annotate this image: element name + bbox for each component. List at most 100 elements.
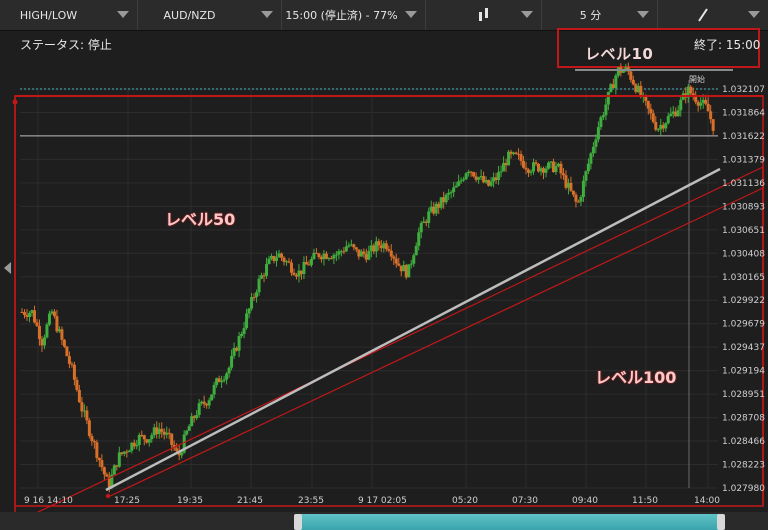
candle-body bbox=[95, 442, 99, 458]
drawn-annotations bbox=[12, 69, 764, 524]
candle-body bbox=[544, 168, 548, 173]
candle-body bbox=[242, 328, 246, 334]
candle-body bbox=[27, 313, 31, 317]
candle-body bbox=[414, 245, 418, 256]
candle-body bbox=[571, 190, 575, 195]
candle-body bbox=[352, 244, 356, 248]
candle-body bbox=[227, 367, 231, 374]
candle-body bbox=[292, 272, 296, 276]
y-tick-label: 1.028708 bbox=[722, 414, 765, 424]
candle-body bbox=[534, 162, 538, 164]
y-tick-label: 1.027980 bbox=[722, 484, 765, 494]
level50-label: レベル50 bbox=[165, 210, 236, 229]
y-tick-label: 1.031622 bbox=[722, 132, 765, 142]
candle-body bbox=[317, 253, 321, 257]
candle-body bbox=[522, 160, 526, 168]
candle-body bbox=[561, 173, 565, 176]
x-tick-label: 21:45 bbox=[237, 496, 263, 506]
scroll-handle-left[interactable] bbox=[294, 514, 302, 530]
candle-body bbox=[419, 223, 423, 233]
candle-body bbox=[444, 194, 448, 203]
candle-body bbox=[252, 297, 256, 299]
candle-body bbox=[247, 308, 251, 314]
candle-body bbox=[282, 257, 286, 262]
candle-body bbox=[127, 450, 131, 453]
candle-body bbox=[586, 163, 590, 172]
candle-body bbox=[75, 379, 79, 390]
candle-body bbox=[347, 245, 351, 247]
candle-body bbox=[447, 192, 451, 195]
candle-body bbox=[601, 115, 605, 118]
candle-body bbox=[289, 262, 293, 273]
horizontal-lines bbox=[20, 80, 718, 488]
scroll-handle-right[interactable] bbox=[717, 514, 725, 530]
y-tick-label: 1.030408 bbox=[722, 249, 765, 259]
candle-body bbox=[354, 247, 358, 250]
candle-body bbox=[584, 171, 588, 181]
candle-body bbox=[639, 85, 643, 97]
candle-body bbox=[175, 448, 179, 451]
candle-body bbox=[581, 180, 585, 197]
candle-body bbox=[694, 96, 698, 102]
y-tick-label: 1.029679 bbox=[722, 320, 765, 330]
candle-body bbox=[397, 263, 401, 266]
y-tick-label: 1.031136 bbox=[722, 179, 765, 189]
y-tick-label: 1.031864 bbox=[722, 108, 765, 118]
candle-body bbox=[664, 123, 668, 129]
y-tick-label: 1.028223 bbox=[722, 461, 765, 471]
candle-body bbox=[591, 146, 595, 154]
x-axis: 9 16 14:10 17:25 19:35 21:45 23:55 9 17 02:05… bbox=[24, 496, 720, 506]
y-tick-label: 1.029922 bbox=[722, 296, 765, 306]
candle-body bbox=[65, 346, 69, 357]
scrollbar-range[interactable] bbox=[298, 514, 723, 530]
candle-body bbox=[97, 457, 101, 461]
candle-body bbox=[55, 316, 59, 332]
candle-body bbox=[52, 311, 56, 317]
x-tick-label: 9 17 02:05 bbox=[358, 496, 407, 506]
candle-body bbox=[589, 153, 593, 164]
candle-body bbox=[147, 439, 151, 443]
candle-body bbox=[32, 310, 36, 323]
start-marker-label: 開始 bbox=[689, 75, 705, 84]
candle-body bbox=[92, 441, 96, 443]
candle-body bbox=[387, 249, 391, 251]
y-tick-label: 1.030165 bbox=[722, 273, 765, 283]
candle-body bbox=[324, 253, 328, 259]
candle-body bbox=[709, 111, 713, 120]
candle-body bbox=[462, 179, 466, 181]
candle-body bbox=[135, 445, 139, 447]
y-tick-label: 1.028466 bbox=[722, 437, 765, 447]
candle-body bbox=[87, 420, 91, 436]
y-tick-label: 1.031379 bbox=[722, 155, 765, 165]
candle-body bbox=[160, 428, 164, 432]
candle-body bbox=[240, 333, 244, 337]
candle-body bbox=[666, 116, 670, 124]
candle-body bbox=[250, 297, 254, 309]
candle-body bbox=[392, 256, 396, 259]
candle-body bbox=[72, 364, 76, 380]
candle-body bbox=[546, 162, 550, 169]
candle-body bbox=[519, 154, 523, 161]
candle-body bbox=[367, 250, 371, 260]
candle-body bbox=[267, 258, 271, 264]
candle-body bbox=[35, 322, 39, 326]
candle-body bbox=[407, 264, 411, 278]
x-tick-label: 09:40 bbox=[572, 496, 598, 506]
candle-body bbox=[280, 253, 283, 258]
candle-body bbox=[464, 173, 468, 180]
candle-body bbox=[711, 119, 715, 131]
y-tick-label: 1.029437 bbox=[722, 343, 765, 353]
candle-body bbox=[449, 192, 453, 194]
candle-body bbox=[614, 75, 618, 89]
candle-body bbox=[452, 187, 456, 193]
price-chart: 1.032107 1.031864 1.031622 1.031379 1.031136… bbox=[12, 62, 765, 524]
candle-body bbox=[150, 435, 154, 440]
candle-body bbox=[334, 254, 338, 256]
candle-body bbox=[629, 71, 633, 80]
candle-body bbox=[187, 426, 191, 431]
candle-body bbox=[275, 257, 279, 262]
candle-body bbox=[237, 336, 241, 351]
candle-body bbox=[60, 329, 64, 340]
candle-body bbox=[332, 255, 336, 259]
trend-anchor-point bbox=[105, 493, 111, 499]
